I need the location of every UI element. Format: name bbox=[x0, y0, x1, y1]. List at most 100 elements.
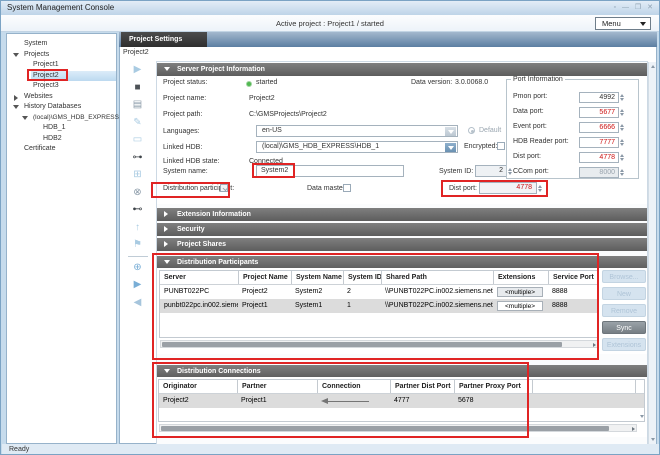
connection-direction-arrow bbox=[321, 398, 371, 405]
stop-project-icon[interactable]: ■ bbox=[134, 79, 140, 97]
system-id-stepper[interactable]: 2 bbox=[475, 165, 507, 177]
tree-item-project2-selected[interactable]: Project2 bbox=[31, 71, 116, 82]
pin-icon[interactable]: ⚑ bbox=[133, 236, 142, 254]
dist-port-stepper[interactable]: 4778 bbox=[479, 182, 537, 194]
connections-horizontal-scrollbar[interactable] bbox=[159, 424, 637, 432]
cancel-icon[interactable]: ⊗ bbox=[133, 184, 141, 202]
tree-item-hdb2[interactable]: HDB2 bbox=[7, 134, 116, 145]
tree-item-history-databases[interactable]: History Databases bbox=[7, 102, 116, 113]
rename-project-icon[interactable]: ▭ bbox=[133, 131, 142, 149]
tree-item-hdb1[interactable]: HDB_1 bbox=[7, 123, 116, 134]
minimize-button[interactable]: — bbox=[622, 4, 631, 11]
server-info-form: Project status: started Data version: 3.… bbox=[157, 76, 647, 204]
distribution-connections-panel: Originator Partner Connection Partner Di… bbox=[157, 377, 647, 437]
project-status-label: Project status: bbox=[163, 79, 207, 86]
pmon-port-label: Pmon port: bbox=[513, 93, 547, 100]
scroll-right-icon[interactable] bbox=[632, 427, 635, 431]
data-port-stepper[interactable]: 5677 bbox=[579, 107, 619, 118]
default-radio[interactable] bbox=[468, 127, 475, 134]
settings-vertical-scrollbar[interactable] bbox=[648, 62, 656, 444]
close-button[interactable]: ✕ bbox=[647, 4, 655, 11]
port-information-group: Port Information Pmon port: 4992 Data po… bbox=[506, 76, 639, 179]
system-name-input[interactable]: System2 bbox=[256, 165, 404, 177]
pmon-port-stepper[interactable]: 4992 bbox=[579, 92, 619, 103]
hdb-reader-port-stepper[interactable]: 7777 bbox=[579, 137, 619, 148]
link-distribution-icon[interactable]: ⊶ bbox=[133, 149, 143, 167]
collapse-arrow-icon[interactable] bbox=[14, 95, 18, 101]
extensions-cell-dropdown[interactable]: <multiple> bbox=[497, 301, 543, 311]
scroll-down-icon[interactable] bbox=[651, 438, 655, 441]
spinner-arrows-icon[interactable] bbox=[538, 182, 545, 194]
collapse-arrow-icon bbox=[164, 211, 168, 217]
ccom-port-stepper: 8000 bbox=[579, 167, 619, 178]
window-controls: ▫ — ❒ ✕ bbox=[614, 1, 656, 15]
participant-row[interactable]: punbt022pc.in002.siemer Project1 System1… bbox=[160, 299, 598, 313]
spinner-arrows-icon[interactable] bbox=[620, 136, 627, 148]
extensions-button[interactable]: Extensions bbox=[602, 338, 646, 351]
connection-row[interactable]: Project2 Project1 4777 5678 bbox=[159, 394, 644, 408]
expand-arrow-icon bbox=[164, 260, 170, 264]
unlink-distribution-icon[interactable]: ⊷ bbox=[133, 201, 143, 219]
chevron-down-icon[interactable] bbox=[445, 127, 456, 136]
remove-button[interactable]: Remove bbox=[602, 304, 646, 317]
spinner-arrows-icon[interactable] bbox=[620, 91, 627, 103]
section-security[interactable]: Security bbox=[157, 223, 647, 236]
linked-hdb-dropdown[interactable]: (local)\GMS_HDB_EXPRESS\HDB_1 bbox=[256, 141, 458, 153]
section-server-project-information[interactable]: Server Project Information bbox=[157, 63, 647, 76]
scrollbar-thumb[interactable] bbox=[161, 426, 609, 431]
chevron-down-icon bbox=[640, 22, 646, 26]
distribution-participant-checkbox[interactable] bbox=[220, 184, 228, 192]
languages-listbox[interactable]: en-US bbox=[256, 125, 458, 137]
event-port-label: Event port: bbox=[513, 123, 547, 130]
upload-icon[interactable]: ↑ bbox=[135, 219, 140, 237]
scroll-down-icon[interactable] bbox=[640, 415, 644, 418]
section-project-shares[interactable]: Project Shares bbox=[157, 238, 647, 251]
new-button[interactable]: New bbox=[602, 287, 646, 300]
participants-horizontal-scrollbar[interactable] bbox=[160, 340, 598, 348]
spinner-arrows-icon[interactable] bbox=[620, 121, 627, 133]
section-extension-information[interactable]: Extension Information bbox=[157, 208, 647, 221]
spinner-arrows-icon[interactable] bbox=[620, 151, 627, 163]
maximize-button[interactable]: ❒ bbox=[635, 4, 643, 11]
menu-dropdown[interactable]: Menu bbox=[595, 17, 651, 30]
event-port-stepper[interactable]: 6666 bbox=[579, 122, 619, 133]
participant-row[interactable]: PUNBT022PC Project2 System2 2 \\PUNBT022… bbox=[160, 285, 598, 299]
linked-hdb-state-value: Connected bbox=[249, 158, 283, 165]
save-project-icon[interactable]: ⊞ bbox=[133, 166, 141, 184]
sync-button[interactable]: Sync bbox=[602, 321, 646, 334]
activate-next-icon[interactable]: ▶ bbox=[134, 276, 142, 294]
tree-item-project3[interactable]: Project3 bbox=[7, 81, 116, 92]
activate-prev-icon[interactable]: ◀ bbox=[134, 294, 142, 312]
tree-item-hdb-express[interactable]: (local)\GMS_HDB_EXPRESS bbox=[7, 113, 116, 124]
tree-item-certificate[interactable]: Certificate bbox=[7, 144, 116, 155]
data-master-checkbox[interactable] bbox=[343, 184, 351, 192]
scroll-up-icon[interactable] bbox=[651, 65, 655, 68]
edit-project-icon[interactable]: ✎ bbox=[133, 114, 141, 132]
tree-item-websites[interactable]: Websites bbox=[7, 92, 116, 103]
system-management-console-window: System Management Console ▫ — ❒ ✕ Active… bbox=[0, 0, 660, 455]
scroll-right-icon[interactable] bbox=[593, 343, 596, 347]
encrypted-checkbox[interactable] bbox=[497, 142, 505, 150]
status-bar: Ready bbox=[2, 444, 660, 455]
restore-project-icon[interactable]: ▤ bbox=[133, 96, 142, 114]
expand-arrow-icon[interactable] bbox=[13, 105, 19, 109]
chevron-down-icon[interactable] bbox=[445, 143, 456, 152]
extensions-cell-dropdown[interactable]: <multiple> bbox=[497, 287, 543, 297]
start-project-icon[interactable]: ▶ bbox=[134, 61, 142, 79]
active-project-label: Active project : Project1 / started bbox=[276, 19, 384, 28]
browse-button[interactable]: Browse... bbox=[602, 270, 646, 283]
tree-item-system[interactable]: System bbox=[7, 39, 116, 50]
spinner-arrows-icon[interactable] bbox=[620, 106, 627, 118]
dist-port-label: Dist port: bbox=[449, 185, 477, 192]
tree-item-projects[interactable]: Projects bbox=[7, 50, 116, 61]
project-status-value: started bbox=[256, 79, 277, 86]
scrollbar-thumb[interactable] bbox=[162, 342, 562, 347]
expand-arrow-icon[interactable] bbox=[13, 53, 19, 57]
title-bar: System Management Console bbox=[1, 1, 659, 15]
tree-item-project1[interactable]: Project1 bbox=[7, 60, 116, 71]
expand-arrow-icon[interactable] bbox=[22, 116, 28, 120]
window-badge-icon: ▫ bbox=[614, 4, 618, 11]
add-project-icon[interactable]: ⊕ bbox=[133, 259, 141, 277]
tab-project-settings[interactable]: Project Settings bbox=[121, 32, 207, 47]
dist-port-info-stepper[interactable]: 4778 bbox=[579, 152, 619, 163]
